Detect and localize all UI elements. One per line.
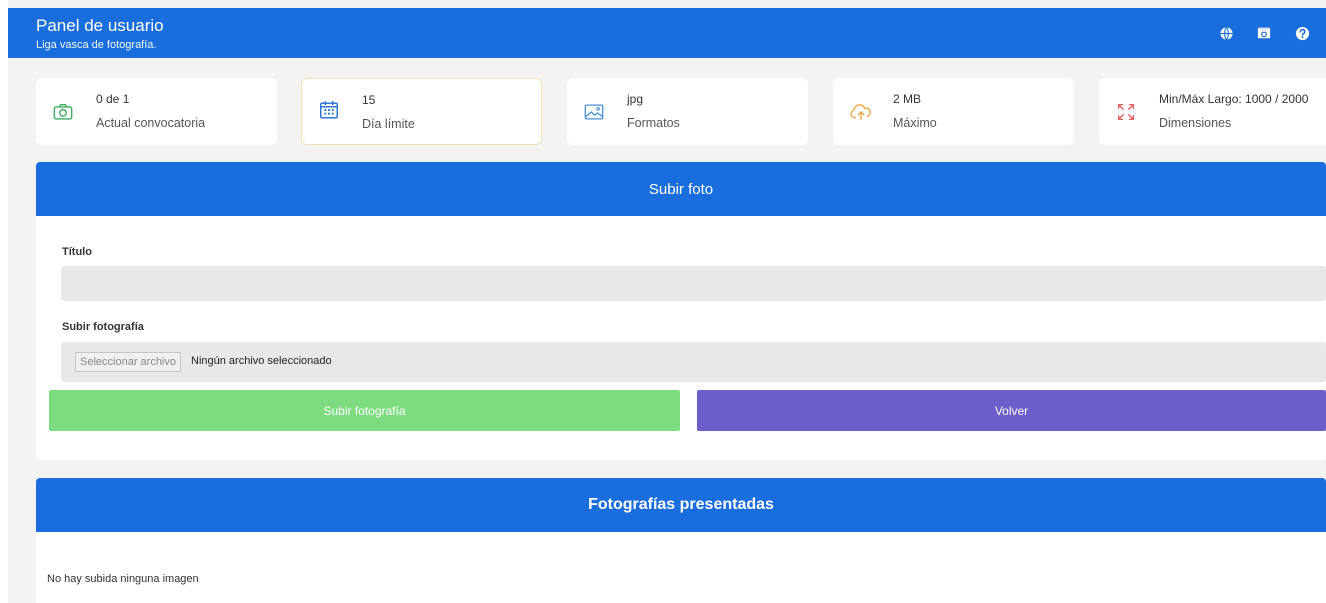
stat-label: Máximo: [893, 116, 937, 130]
submitted-panel: Fotografías presentadas No hay subida ni…: [36, 478, 1326, 603]
title-input[interactable]: [61, 266, 1326, 301]
stat-value: 15: [362, 93, 376, 107]
stat-label: Dimensiones: [1159, 116, 1232, 130]
stat-value: 0 de 1: [96, 92, 130, 106]
cloud-upload-icon: [849, 101, 871, 123]
submit-photo-button[interactable]: Subir fotografía: [49, 390, 680, 431]
page-subtitle: Liga vasca de fotografía.: [36, 39, 157, 51]
expand-icon: [1115, 101, 1137, 123]
stat-card-maximo: 2 MB Máximo: [833, 78, 1074, 145]
photo-frame-icon[interactable]: [1256, 25, 1272, 41]
stat-value: Min/Máx Largo: 1000 / 2000: [1159, 92, 1309, 106]
stat-card-formatos: jpg Formatos: [567, 78, 808, 145]
globe-icon[interactable]: [1218, 25, 1234, 41]
stat-card-dimensiones: Min/Máx Largo: 1000 / 2000 Dimensiones: [1099, 78, 1326, 145]
stat-label: Día límite: [362, 117, 415, 131]
stat-value: jpg: [627, 92, 644, 106]
select-file-button[interactable]: Seleccionar archivo: [75, 352, 181, 372]
stat-value: 2 MB: [893, 92, 922, 106]
page-title: Panel de usuario: [36, 16, 164, 35]
back-button[interactable]: Volver: [697, 390, 1326, 431]
calendar-icon: [318, 99, 340, 121]
camera-icon: [52, 101, 74, 123]
top-bar: Panel de usuario Liga vasca de fotografí…: [8, 8, 1326, 58]
file-field-label: Subir fotografía: [62, 321, 144, 333]
upload-panel: Subir foto Título Subir fotografía Selec…: [36, 162, 1326, 460]
title-field-label: Título: [62, 246, 92, 258]
header-icons: [1218, 25, 1310, 41]
stat-label: Formatos: [627, 116, 680, 130]
left-gutter: [0, 0, 8, 603]
help-icon[interactable]: [1294, 25, 1310, 41]
stat-card-dia-limite: 15 Día límite: [301, 78, 542, 145]
image-icon: [583, 101, 605, 123]
empty-message: No hay subida ninguna imagen: [47, 573, 199, 585]
stat-card-convocatoria: 0 de 1 Actual convocatoria: [36, 78, 277, 145]
submitted-panel-heading: Fotografías presentadas: [36, 478, 1326, 532]
file-status: Ningún archivo seleccionado: [191, 355, 332, 367]
stat-label: Actual convocatoria: [96, 116, 206, 130]
file-input[interactable]: Seleccionar archivo Ningún archivo selec…: [61, 342, 1326, 382]
upload-panel-heading: Subir foto: [36, 162, 1326, 216]
